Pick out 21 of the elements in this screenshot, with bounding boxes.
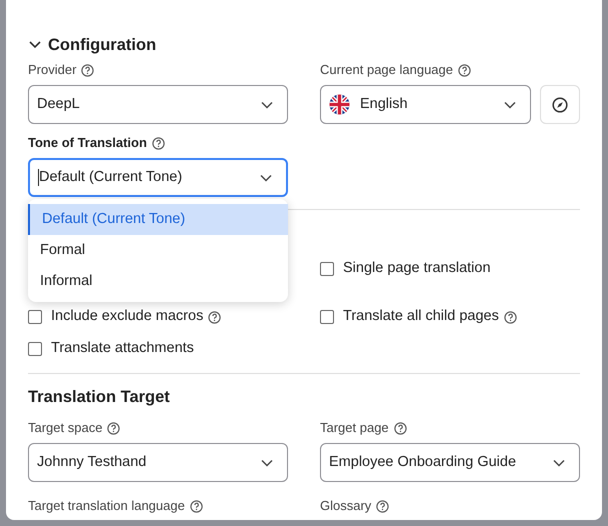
field-label: Target page — [320, 419, 389, 438]
field-label: Tone of Translation — [28, 134, 147, 152]
section-title: Configuration — [48, 34, 156, 56]
select-field[interactable]: Employee Onboarding Guide — [320, 443, 580, 482]
select-field[interactable]: DeepL — [28, 85, 288, 124]
select-field[interactable]: Default (Current Tone) — [28, 158, 288, 197]
field-label: Target translation language — [28, 497, 185, 516]
checkbox-label: Translate all child pages — [343, 307, 499, 326]
select-field[interactable]: English — [320, 85, 531, 124]
field-label: Glossary — [320, 497, 372, 516]
section-title: Translation Target — [28, 387, 171, 407]
menu-option[interactable]: Formal — [28, 235, 288, 266]
checkbox-label: Translate attachments — [51, 339, 194, 358]
field-label: Current page language — [320, 61, 453, 80]
menu-option[interactable]: Informal — [28, 266, 288, 297]
field-label: Provider — [28, 61, 76, 80]
select-field[interactable]: Johnny Testhand — [28, 443, 288, 482]
checkbox-label: Single page translation — [343, 259, 491, 278]
field-label: Target space — [28, 419, 102, 438]
checkbox-label: Include exclude macros — [51, 307, 204, 326]
menu-option[interactable]: Default (Current Tone) — [28, 204, 288, 235]
